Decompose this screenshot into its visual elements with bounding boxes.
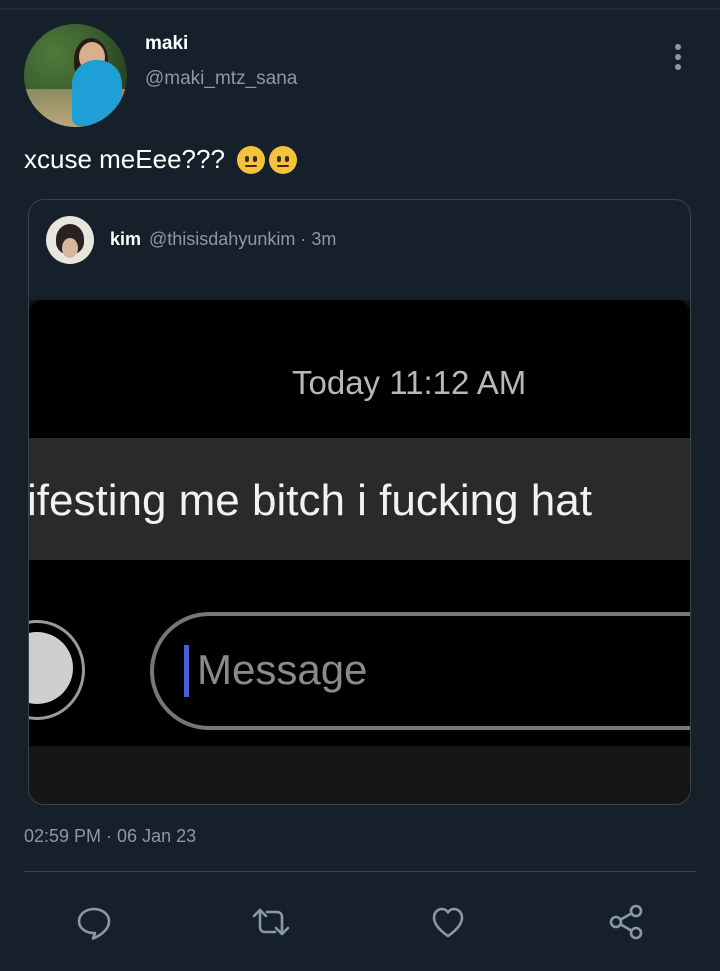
share-icon[interactable] xyxy=(604,900,648,944)
face-with-open-mouth-icon xyxy=(236,145,265,174)
quoted-author-display-name: kim xyxy=(110,229,142,249)
author-handle[interactable]: @maki_mtz_sana xyxy=(145,68,297,90)
tweet-timestamp[interactable]: 02:59 PM · 06 Jan 23 xyxy=(24,826,196,847)
tweet-text: xcuse meEee??? xyxy=(24,144,297,175)
face-with-open-mouth-icon xyxy=(268,145,297,174)
author-display-name[interactable]: maki xyxy=(145,33,188,55)
image-message-bubble: ifesting me bitch i fucking hat xyxy=(29,438,690,560)
reply-icon[interactable] xyxy=(72,900,116,944)
image-text-cursor xyxy=(184,645,189,697)
image-input-placeholder: Message xyxy=(197,646,368,693)
quoted-tweet-card[interactable]: kim @thisisdahyunkim · 3m Today 11:12 AM… xyxy=(28,199,691,805)
image-time-label: Today 11:12 AM xyxy=(292,364,527,401)
retweet-icon[interactable] xyxy=(249,900,293,944)
quoted-author-handle-time: @thisisdahyunkim · 3m xyxy=(149,229,337,249)
action-divider xyxy=(24,871,696,872)
more-options-icon[interactable] xyxy=(667,44,689,72)
quoted-author-avatar[interactable] xyxy=(46,216,94,264)
author-avatar[interactable] xyxy=(24,24,127,127)
image-message-text: ifesting me bitch i fucking hat xyxy=(29,476,592,525)
top-divider xyxy=(0,8,720,10)
tweet-text-content: xcuse meEee??? xyxy=(24,144,225,174)
quoted-tweet-image[interactable]: Today 11:12 AM ifesting me bitch i fucki… xyxy=(29,300,690,804)
heart-icon[interactable] xyxy=(426,900,470,944)
image-bottom-area xyxy=(29,746,690,804)
